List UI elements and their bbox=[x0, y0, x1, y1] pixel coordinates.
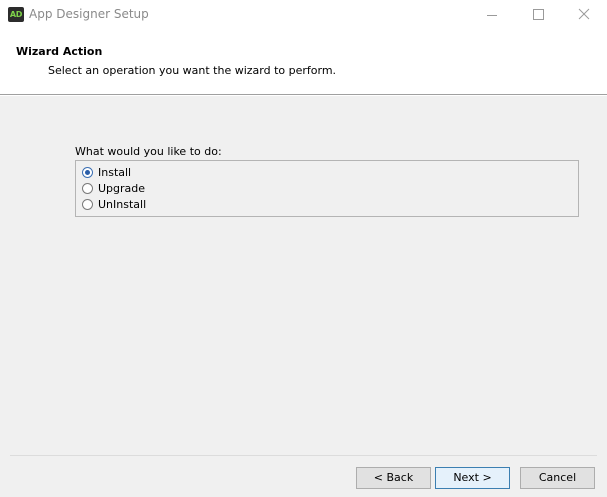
radio-label: Upgrade bbox=[98, 182, 146, 195]
minimize-icon bbox=[487, 15, 497, 16]
window-title: App Designer Setup bbox=[29, 7, 149, 21]
close-icon bbox=[578, 8, 590, 20]
page-subtitle: Select an operation you want the wizard … bbox=[48, 64, 337, 77]
maximize-button[interactable] bbox=[515, 0, 561, 30]
footer-divider bbox=[10, 455, 597, 456]
setup-window: AD App Designer Setup Wizard Action Sele… bbox=[0, 0, 607, 497]
radio-button[interactable] bbox=[82, 183, 93, 194]
wizard-header: Wizard Action Select an operation you wa… bbox=[0, 30, 607, 94]
page-title: Wizard Action bbox=[16, 45, 103, 58]
close-button[interactable] bbox=[561, 0, 607, 30]
radio-label: Install bbox=[98, 166, 132, 179]
radio-button[interactable] bbox=[82, 199, 93, 210]
next-button[interactable]: Next > bbox=[435, 467, 510, 489]
operation-group-label: What would you like to do: bbox=[75, 145, 222, 158]
operation-group-box: Install Upgrade UnInstall bbox=[75, 160, 579, 217]
title-bar[interactable]: AD App Designer Setup bbox=[0, 0, 607, 30]
back-button[interactable]: < Back bbox=[356, 467, 431, 489]
radio-label: UnInstall bbox=[98, 198, 147, 211]
minimize-button[interactable] bbox=[469, 0, 515, 30]
app-icon: AD bbox=[8, 7, 24, 22]
cancel-button[interactable]: Cancel bbox=[520, 467, 595, 489]
radio-button-selected[interactable] bbox=[82, 167, 93, 178]
header-divider-highlight bbox=[0, 95, 607, 96]
maximize-icon bbox=[533, 9, 544, 20]
